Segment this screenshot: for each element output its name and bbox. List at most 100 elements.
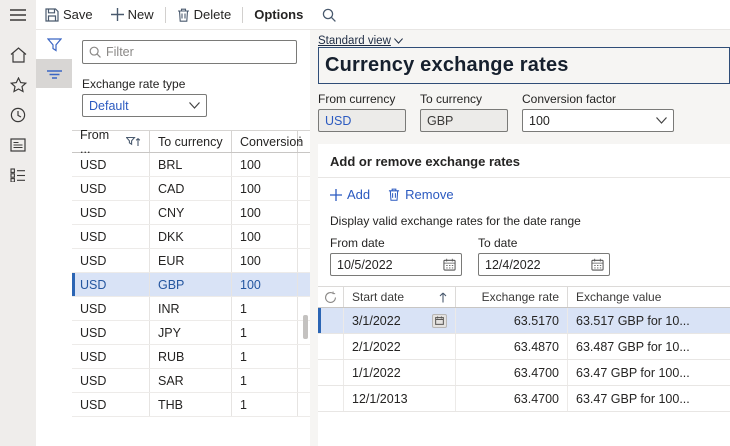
- filter-search-icon: [89, 46, 101, 58]
- to-currency-field: To currency: [420, 92, 508, 132]
- conversion-factor-dropdown[interactable]: 100: [522, 109, 674, 132]
- currency-pair-row[interactable]: USD EUR 100: [72, 249, 310, 273]
- currency-pair-row[interactable]: USD JPY 1: [72, 321, 310, 345]
- new-label: New: [127, 7, 154, 22]
- new-button[interactable]: New: [102, 0, 163, 29]
- calendar-icon[interactable]: [591, 258, 604, 271]
- vertical-scrollbar-thumb[interactable]: [303, 315, 308, 339]
- currency-pair-cell: CAD: [150, 177, 232, 200]
- rate-row[interactable]: 3/1/2022 63.5170 63.517 GBP for 10...: [318, 308, 730, 334]
- exchange-rate-cell: 63.5170: [456, 308, 568, 333]
- exchange-rate-type-dropdown[interactable]: Default: [82, 94, 207, 117]
- currency-pair-cell: SAR: [150, 369, 232, 392]
- command-bar: Save New Delete Options: [36, 0, 730, 30]
- workspaces-button[interactable]: [0, 130, 36, 160]
- refresh-icon: [324, 291, 337, 304]
- from-currency-field: From currency: [318, 92, 406, 132]
- add-button[interactable]: Add: [330, 187, 370, 202]
- from-currency-field-label: From currency: [318, 92, 396, 106]
- plus-icon: [110, 8, 124, 21]
- currency-pairs-grid-header: From ... To currency Conversion ⋮: [72, 128, 310, 156]
- app-window: Save New Delete Options Filter Exchange …: [0, 0, 730, 446]
- from-currency-column-header[interactable]: From ...: [72, 128, 150, 156]
- hamburger-icon: [10, 9, 26, 21]
- conversion-column-header[interactable]: Conversion: [232, 131, 303, 152]
- filter-rail: [36, 30, 72, 446]
- remove-button[interactable]: Remove: [388, 187, 454, 202]
- row-select-cell[interactable]: [318, 334, 344, 359]
- modules-button[interactable]: [0, 160, 36, 190]
- currency-pair-cell: 1: [232, 345, 298, 368]
- page-title: Currency exchange rates: [325, 54, 569, 76]
- view-selector[interactable]: Standard view: [318, 35, 730, 47]
- column-options-icon[interactable]: ⋮: [294, 134, 306, 148]
- exchange-rate-column-header[interactable]: Exchange rate: [456, 287, 568, 307]
- currency-pair-row[interactable]: USD CAD 100: [72, 177, 310, 201]
- row-select-cell[interactable]: [318, 360, 344, 385]
- exchange-rate-cell: 63.4870: [456, 334, 568, 359]
- to-currency-input[interactable]: [420, 109, 508, 132]
- grid-actions: Add Remove: [318, 178, 730, 204]
- exchange-value-cell: 63.517 GBP for 10...: [576, 313, 690, 328]
- delete-button[interactable]: Delete: [168, 0, 241, 29]
- funnel-icon: [46, 37, 62, 52]
- currency-pair-cell: THB: [150, 393, 232, 416]
- currency-pair-cell: 1: [232, 393, 298, 416]
- currency-pair-row[interactable]: USD GBP 100: [72, 273, 310, 297]
- to-date-input[interactable]: [485, 257, 575, 272]
- toolbar-search-button[interactable]: [312, 8, 346, 22]
- start-date-column-header[interactable]: Start date: [344, 287, 456, 307]
- from-currency-input[interactable]: [318, 109, 406, 132]
- filter-pane-toggle-button[interactable]: [36, 30, 72, 59]
- refresh-column-header[interactable]: [318, 287, 344, 307]
- to-date-box: [478, 253, 610, 276]
- exchange-value-column-header[interactable]: Exchange value: [568, 287, 730, 307]
- filter-input[interactable]: [106, 45, 290, 59]
- currency-pair-row[interactable]: USD INR 1: [72, 297, 310, 321]
- calendar-picker-icon[interactable]: [432, 313, 447, 328]
- from-date-field: From date: [330, 236, 462, 276]
- row-select-cell[interactable]: [318, 308, 344, 333]
- currency-pair-row[interactable]: USD SAR 1: [72, 369, 310, 393]
- star-icon: [9, 77, 27, 93]
- options-button[interactable]: Options: [245, 0, 312, 29]
- start-date-column-label: Start date: [352, 290, 405, 304]
- chevron-down-icon: [393, 38, 403, 44]
- header-fields: From currency To currency Conversion fac…: [318, 92, 730, 132]
- chevron-down-icon: [656, 117, 667, 124]
- hamburger-menu-button[interactable]: [0, 0, 36, 30]
- to-currency-column-label: To currency: [158, 134, 223, 149]
- conversion-factor-value: 100: [529, 113, 550, 128]
- favorites-button[interactable]: [0, 70, 36, 100]
- currency-pair-cell: USD: [72, 177, 150, 200]
- date-range-caption: Display valid exchange rates for the dat…: [330, 214, 581, 228]
- rate-row[interactable]: 1/1/2022 63.4700 63.47 GBP for 100...: [318, 360, 730, 386]
- currency-pair-cell: 100: [232, 177, 298, 200]
- filter-sort-icon: [126, 136, 141, 147]
- rate-row[interactable]: 2/1/2022 63.4870 63.487 GBP for 10...: [318, 334, 730, 360]
- exchange-rate-type-value: Default: [89, 98, 129, 113]
- rate-row[interactable]: 12/1/2013 63.4700 63.47 GBP for 100...: [318, 386, 730, 412]
- currency-pair-row[interactable]: USD RUB 1: [72, 345, 310, 369]
- nav-rail: [0, 0, 36, 446]
- calendar-icon[interactable]: [443, 258, 456, 271]
- from-date-input[interactable]: [337, 257, 427, 272]
- toolbar-separator: [242, 6, 244, 23]
- options-label: Options: [254, 7, 304, 22]
- recent-button[interactable]: [0, 100, 36, 130]
- currency-pairs-grid: From ... To currency Conversion ⋮ USD BR…: [72, 128, 310, 417]
- exchange-value-cell: 63.47 GBP for 100...: [576, 365, 690, 380]
- start-date-value: 2/1/2022: [352, 339, 401, 354]
- to-currency-column-header[interactable]: To currency: [150, 131, 232, 152]
- plus-icon: [330, 188, 342, 201]
- currency-pair-row[interactable]: USD BRL 100: [72, 153, 310, 177]
- home-button[interactable]: [0, 40, 36, 70]
- list-view-toggle-button[interactable]: [36, 59, 72, 88]
- start-date-cell: 3/1/2022: [344, 308, 456, 333]
- currency-pair-row[interactable]: USD THB 1: [72, 393, 310, 417]
- currency-pair-row[interactable]: USD DKK 100: [72, 225, 310, 249]
- start-date-cell: 1/1/2022: [344, 360, 456, 385]
- row-select-cell[interactable]: [318, 386, 344, 411]
- save-button[interactable]: Save: [36, 0, 102, 29]
- currency-pair-row[interactable]: USD CNY 100: [72, 201, 310, 225]
